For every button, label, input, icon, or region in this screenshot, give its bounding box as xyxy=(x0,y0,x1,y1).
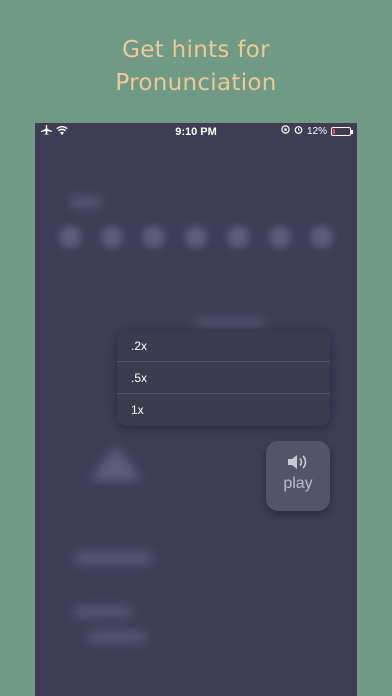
speaker-icon xyxy=(287,454,309,475)
alarm-icon xyxy=(294,125,303,137)
play-label: play xyxy=(283,475,313,492)
status-bar: 9:10 PM 12% xyxy=(35,123,357,141)
blurred-heading xyxy=(70,196,102,208)
blurred-label xyxy=(195,319,265,327)
headline: Get hints for Pronunciation xyxy=(0,34,392,100)
status-right: 12% xyxy=(281,125,353,137)
blurred-triangle xyxy=(90,446,142,480)
orientation-lock-icon xyxy=(281,125,290,137)
speed-option-1x[interactable]: 1x xyxy=(117,394,330,426)
blurred-dot xyxy=(269,226,291,248)
blurred-dot xyxy=(185,226,207,248)
blurred-text-row xyxy=(73,606,133,618)
phone-screen: 9:10 PM 12% .2x .5x 1x play xyxy=(35,123,357,696)
blurred-dot xyxy=(143,226,165,248)
speed-option-0-2x[interactable]: .2x xyxy=(117,330,330,362)
speed-option-0-5x[interactable]: .5x xyxy=(117,362,330,394)
blurred-text-row xyxy=(73,551,153,565)
battery-percent: 12% xyxy=(306,125,327,137)
play-button[interactable]: play xyxy=(266,441,330,511)
battery-icon xyxy=(331,126,353,136)
blurred-text-row xyxy=(87,631,147,643)
battery-fill xyxy=(333,128,335,134)
blurred-dot xyxy=(59,226,81,248)
headline-line-1: Get hints for xyxy=(122,37,270,63)
blurred-dot xyxy=(101,226,123,248)
blurred-dot xyxy=(227,226,249,248)
headline-line-2: Pronunciation xyxy=(115,70,277,96)
speed-menu: .2x .5x 1x xyxy=(117,330,330,426)
blurred-dot xyxy=(311,226,333,248)
